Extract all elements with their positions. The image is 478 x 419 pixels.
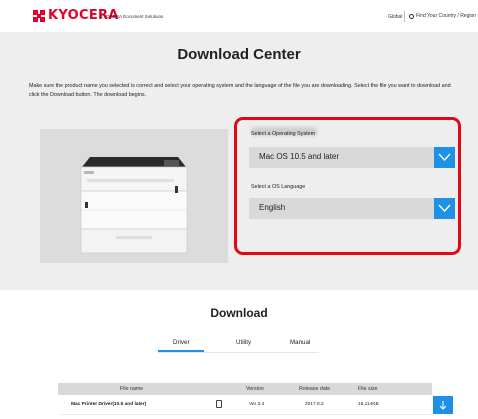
column-version: Version <box>246 386 264 392</box>
active-tab-indicator <box>158 350 204 352</box>
printer-image <box>80 157 188 254</box>
file-name: Mac Printer Driver(10.5 and later) <box>71 402 147 407</box>
table-row: Mac Printer Driver(10.5 and later) Ver 3… <box>58 396 453 415</box>
file-version: Ver 3.3 <box>249 402 265 407</box>
download-arrow-icon <box>439 401 447 410</box>
global-link[interactable]: Global <box>388 14 402 20</box>
chevron-down-icon <box>438 153 451 161</box>
region-link[interactable]: Find Your Country / Region <box>409 13 476 19</box>
page-title: Download Center <box>177 46 301 63</box>
site-header: KYOCERA KYOCERA Document Solutions Globa… <box>0 0 478 32</box>
brand-subtitle: KYOCERA Document Solutions <box>100 14 164 19</box>
tab-separator <box>158 352 319 353</box>
language-select[interactable]: English <box>249 198 455 219</box>
kyocera-logo-mark-icon <box>33 10 45 22</box>
chevron-down-icon <box>438 204 451 212</box>
tab-manual[interactable]: Manual <box>290 339 310 346</box>
os-select-label: Select a Operating System <box>251 131 316 137</box>
language-select-label: Select a OS Language <box>251 184 306 190</box>
tab-utility[interactable]: Utility <box>236 339 251 346</box>
file-table-header: File name Version Release date File size <box>58 383 432 395</box>
region-label: Find Your Country / Region <box>416 13 477 19</box>
header-divider <box>404 11 405 22</box>
intro-text: Make sure the product name you selected … <box>29 83 451 98</box>
column-file-size: File size <box>358 386 378 392</box>
tab-driver[interactable]: Driver <box>173 339 190 346</box>
globe-icon <box>409 13 414 19</box>
product-image <box>40 129 228 263</box>
os-select-toggle[interactable] <box>434 147 455 168</box>
download-button[interactable] <box>433 396 453 414</box>
file-size: 18,114KB <box>358 402 379 407</box>
file-release-date: 2017.8.2 <box>305 402 324 407</box>
language-select-value: English <box>259 203 286 212</box>
language-select-toggle[interactable] <box>434 198 455 219</box>
document-icon[interactable] <box>216 400 222 408</box>
os-language-selection-highlight: Select a Operating System Mac OS 10.5 an… <box>234 117 461 255</box>
os-select[interactable]: Mac OS 10.5 and later <box>249 147 455 168</box>
os-select-value: Mac OS 10.5 and later <box>259 152 340 161</box>
download-section-title: Download <box>210 306 268 320</box>
column-file-name: File name <box>120 386 144 392</box>
column-release-date: Release date <box>299 386 331 392</box>
